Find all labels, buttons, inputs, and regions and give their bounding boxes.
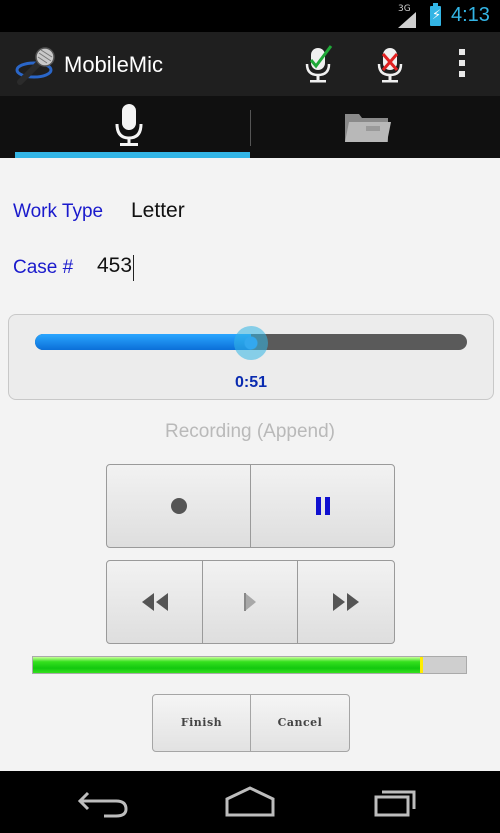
tab-record[interactable] [0,96,250,158]
tab-bar [0,96,500,158]
tab-selected-indicator [15,152,250,158]
seek-bar-progress [35,334,251,350]
home-icon[interactable] [220,785,280,819]
case-number-label: Case # [13,257,74,278]
work-type-label: Work Type [13,201,104,222]
case-number-field[interactable]: 453 [97,254,135,284]
finish-cancel-group: Finish Cancel [152,694,350,752]
mic-delete-icon[interactable] [370,44,410,84]
navigation-bar [0,771,500,833]
recents-icon[interactable] [366,785,426,819]
pause-button[interactable] [251,465,394,547]
pause-icon [315,497,330,515]
folder-icon [345,114,391,142]
audio-level-meter [32,656,467,674]
app-title: MobileMic [64,52,164,77]
text-cursor [133,254,135,281]
case-number-value: 453 [97,254,133,277]
record-icon [170,498,187,514]
work-type-value[interactable]: Letter [131,199,185,223]
playback-controls [106,560,395,644]
recording-status: Recording (Append) [164,421,336,442]
play-button[interactable] [203,561,298,643]
battery-icon: ⚡ [430,3,441,26]
play-icon [244,593,256,611]
playback-time: 0:51 [234,374,268,391]
cancel-button[interactable]: Cancel [251,695,349,751]
overflow-menu-icon[interactable] [457,49,467,81]
back-icon[interactable] [74,785,134,819]
action-bar: MobileMic [0,32,500,96]
rewind-button[interactable] [107,561,203,643]
record-button[interactable] [107,465,251,547]
mic-check-icon[interactable] [298,44,338,84]
microphone-logo-icon [15,47,55,85]
status-bar: 3G ⚡ 4:13 [0,0,500,32]
microphone-icon [115,104,143,146]
status-clock: 4:13 [451,4,490,26]
seek-bar[interactable] [35,326,467,360]
signal-icon [398,12,416,28]
playback-position-panel: 0:51 [8,314,494,400]
audio-level-fill [33,657,423,673]
finish-button[interactable]: Finish [153,695,251,751]
fast-forward-button[interactable] [298,561,394,643]
fast-forward-icon [333,593,359,611]
seek-bar-thumb[interactable] [234,326,268,360]
rewind-icon [141,593,168,611]
tab-files[interactable] [250,96,500,158]
record-controls [106,464,395,548]
